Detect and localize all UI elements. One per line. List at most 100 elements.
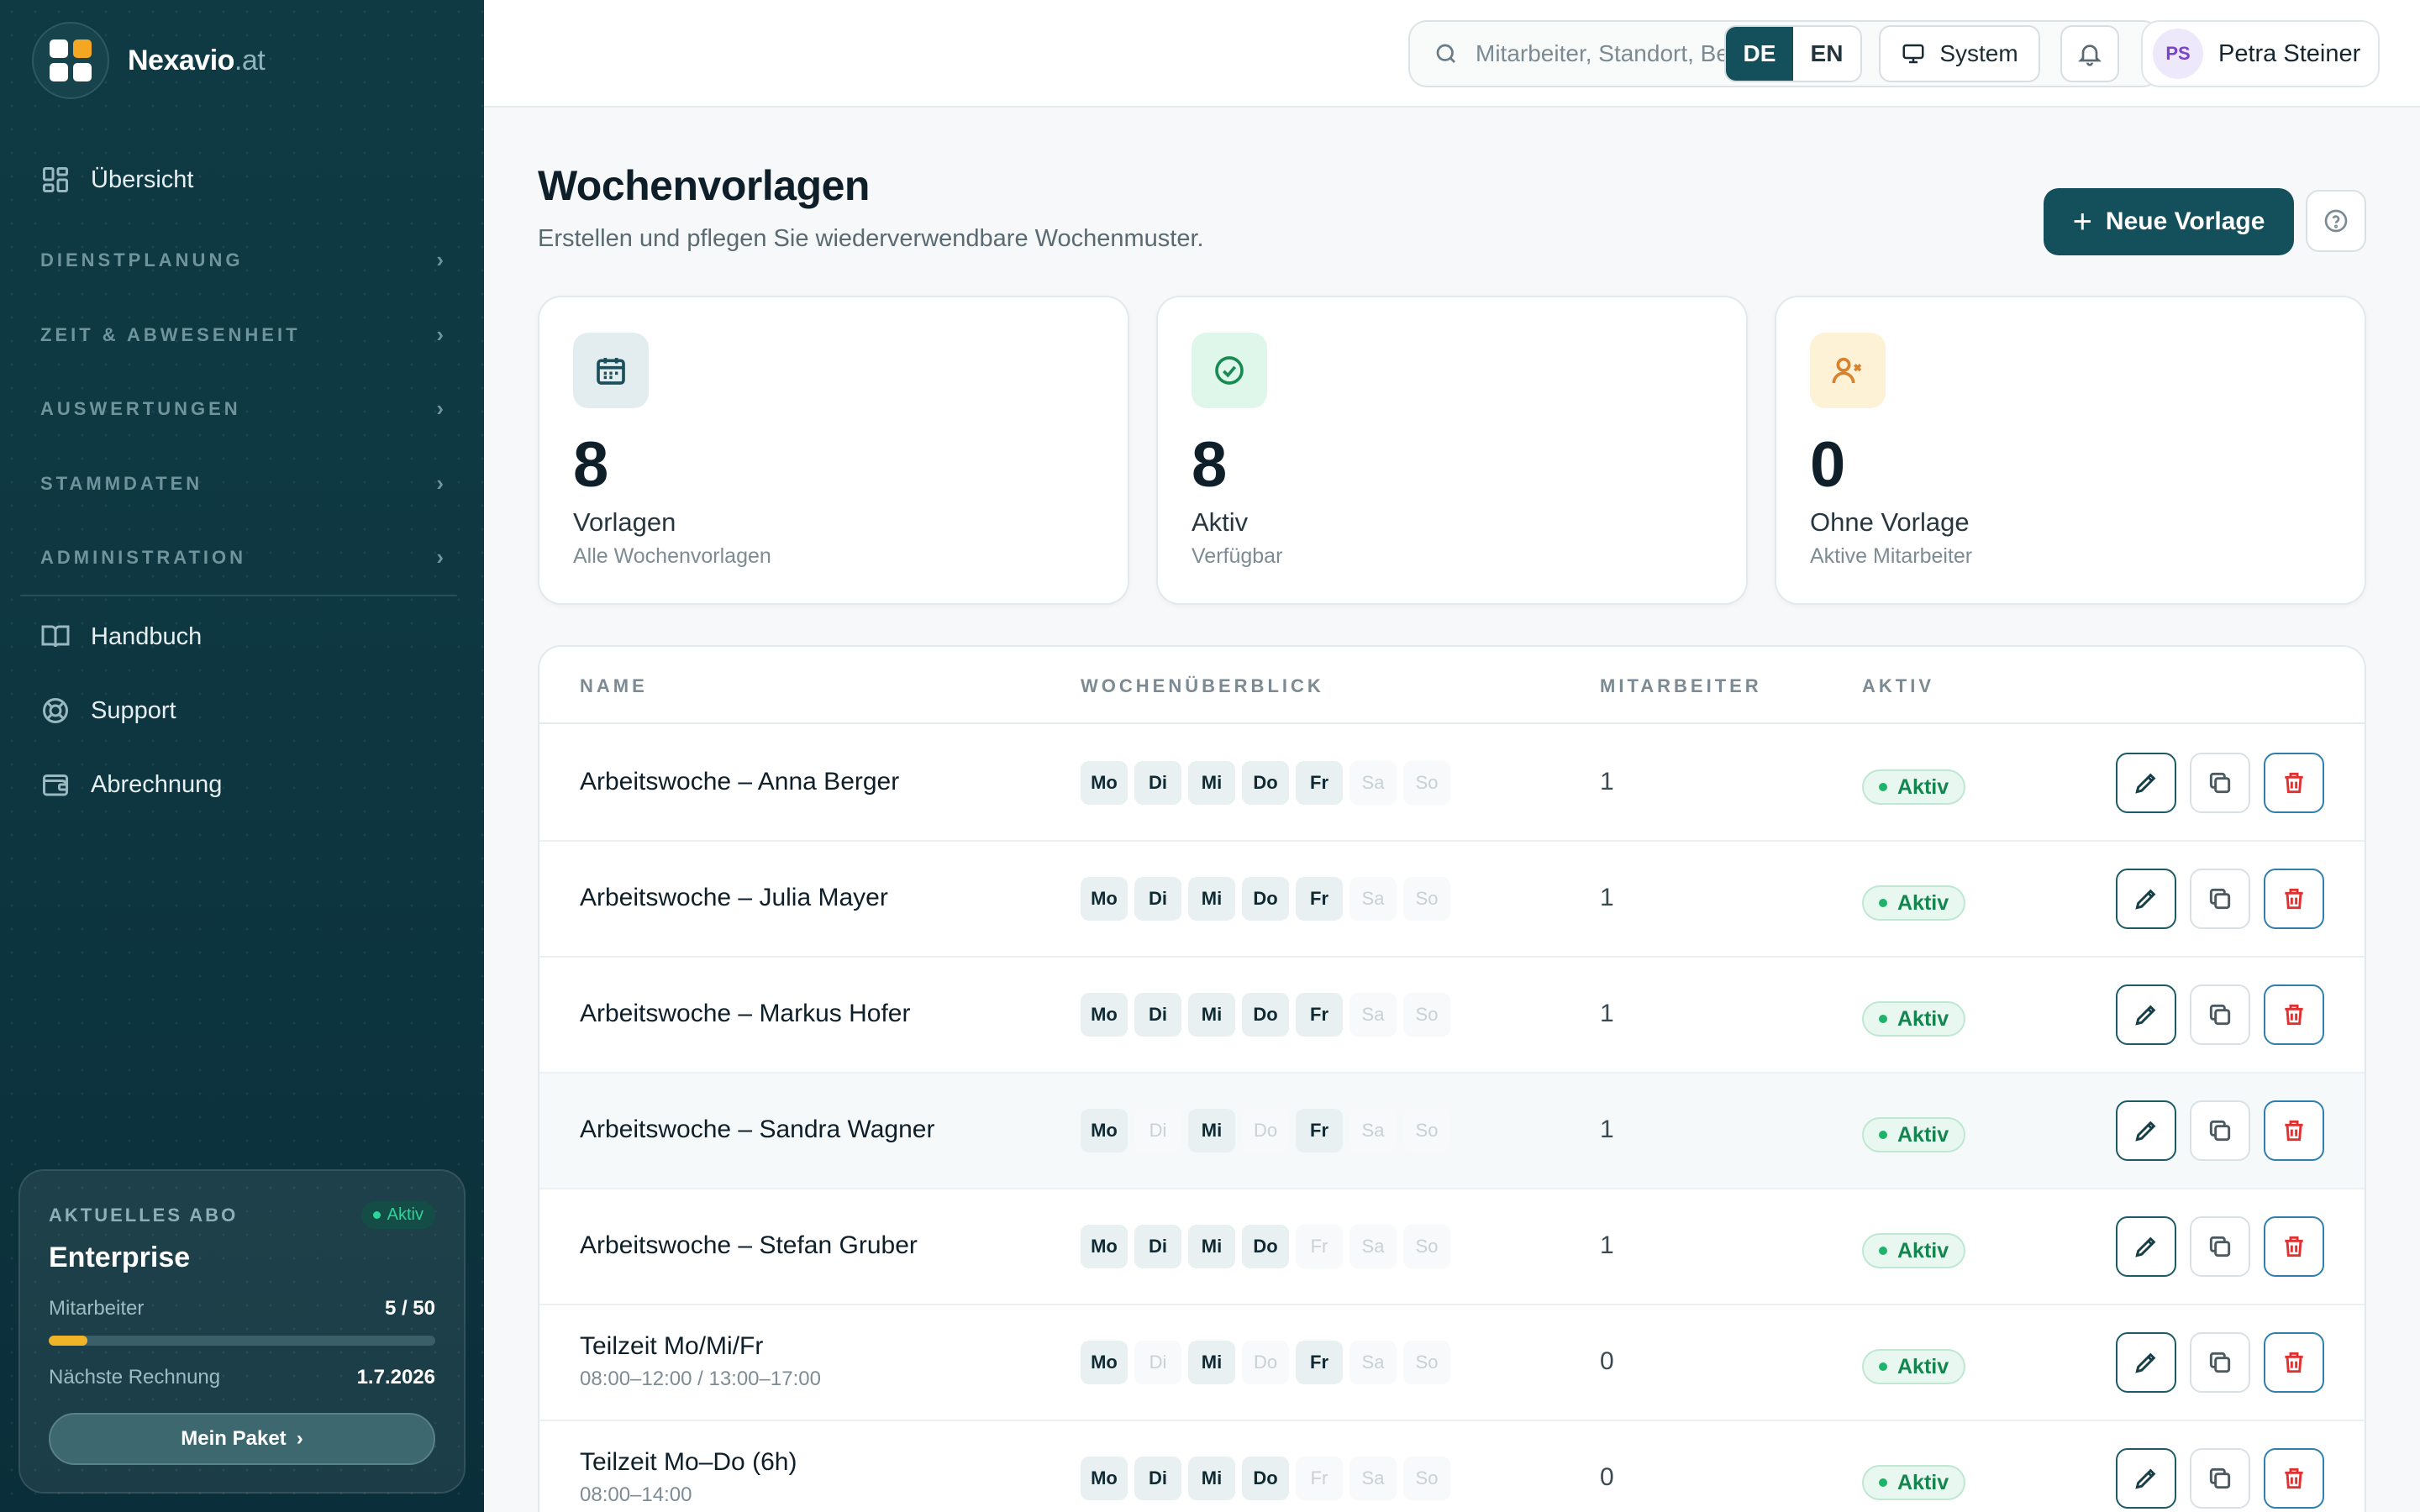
nav-group-stammdaten[interactable]: STAMMDATEN › — [40, 470, 444, 496]
brand-name: Nexavio.at — [128, 44, 266, 76]
status-badge: Aktiv — [1862, 1349, 1966, 1384]
duplicate-button[interactable] — [2190, 1100, 2250, 1161]
day-chip: Do — [1242, 993, 1289, 1037]
employee-count: 1 — [1600, 1116, 1614, 1143]
day-chip: Mo — [1081, 877, 1128, 921]
template-name: Teilzeit Mo/Mi/Fr — [580, 1332, 764, 1360]
theme-button[interactable]: System — [1879, 25, 2040, 82]
nav-overview[interactable]: Übersicht — [40, 165, 194, 195]
edit-button[interactable] — [2116, 1100, 2176, 1161]
edit-button[interactable] — [2116, 869, 2176, 929]
day-chip: Di — [1134, 1225, 1181, 1268]
duplicate-button[interactable] — [2190, 984, 2250, 1045]
edit-button[interactable] — [2116, 1448, 2176, 1509]
nav-group-administration[interactable]: ADMINISTRATION › — [40, 544, 444, 570]
stat-card-active: 8 Aktiv Verfügbar — [1156, 296, 1748, 605]
delete-button[interactable] — [2264, 984, 2324, 1045]
week-overview: Mo Di Mi Do Fr Sa So — [1081, 761, 1450, 805]
edit-button[interactable] — [2116, 984, 2176, 1045]
copy-icon — [2207, 1349, 2233, 1376]
bell-icon — [2078, 45, 2102, 66]
trash-icon — [2281, 885, 2307, 912]
chevron-right-icon: › — [436, 544, 444, 570]
week-overview: Mo Di Mi Do Fr Sa So — [1081, 1341, 1450, 1384]
table-row[interactable]: Teilzeit Mo/Mi/Fr 08:00–12:00 / 13:00–17:… — [539, 1305, 2365, 1421]
help-button[interactable] — [2306, 190, 2366, 252]
day-chip: Sa — [1349, 761, 1397, 805]
day-chip: Sa — [1349, 1109, 1397, 1152]
delete-button[interactable] — [2264, 869, 2324, 929]
nav-group-auswertungen[interactable]: AUSWERTUNGEN › — [40, 396, 444, 422]
trash-icon — [2281, 1117, 2307, 1144]
delete-button[interactable] — [2264, 1448, 2324, 1509]
day-chip: Fr — [1296, 1225, 1343, 1268]
table-row[interactable]: Arbeitswoche – Julia Mayer Mo Di Mi Do Fr Sa So… — [539, 842, 2365, 958]
status-badge: Aktiv — [1862, 885, 1966, 921]
employee-count: 1 — [1600, 768, 1614, 795]
brand[interactable]: Nexavio.at — [32, 22, 266, 99]
book-icon — [41, 625, 70, 648]
my-plan-button[interactable]: Mein Paket › — [49, 1413, 435, 1465]
table-row[interactable]: Arbeitswoche – Stefan Gruber Mo Di Mi Do Fr Sa… — [539, 1189, 2365, 1305]
stat-value: 0 — [1810, 429, 1846, 501]
column-header-name: NAME — [580, 675, 648, 696]
day-chip: Mi — [1188, 1225, 1235, 1268]
subscription-status-badge: Aktiv — [360, 1201, 435, 1229]
edit-button[interactable] — [2116, 753, 2176, 813]
nav-group-dienstplanung[interactable]: DIENSTPLANUNG › — [40, 247, 444, 273]
delete-button[interactable] — [2264, 1100, 2324, 1161]
day-chip: So — [1403, 1457, 1450, 1500]
duplicate-button[interactable] — [2190, 753, 2250, 813]
duplicate-button[interactable] — [2190, 869, 2250, 929]
day-chip: Sa — [1349, 877, 1397, 921]
duplicate-button[interactable] — [2190, 1216, 2250, 1277]
employee-count: 1 — [1600, 884, 1614, 911]
copy-icon — [2207, 1233, 2233, 1260]
nav-abrechnung[interactable]: Abrechnung — [40, 769, 222, 800]
table-row[interactable]: Arbeitswoche – Anna Berger Mo Di Mi Do Fr Sa So… — [539, 726, 2365, 842]
day-chip: Do — [1242, 1225, 1289, 1268]
table-row[interactable]: Arbeitswoche – Sandra Wagner Mo Di Mi Do Fr Sa… — [539, 1074, 2365, 1189]
lang-de-button[interactable]: DE — [1726, 27, 1793, 81]
copy-icon — [2207, 885, 2233, 912]
nav-support[interactable]: Support — [40, 696, 176, 726]
delete-button[interactable] — [2264, 1216, 2324, 1277]
template-time: 08:00–12:00 / 13:00–17:00 — [580, 1368, 821, 1390]
day-chip: Do — [1242, 1341, 1289, 1384]
day-chip: Mi — [1188, 1109, 1235, 1152]
employee-count: 1 — [1600, 1231, 1614, 1259]
day-chip: Di — [1134, 1457, 1181, 1500]
day-chip: Mi — [1188, 761, 1235, 805]
pencil-icon — [2133, 1117, 2160, 1144]
nav-overview-label: Übersicht — [91, 165, 194, 193]
trash-icon — [2281, 1349, 2307, 1376]
nav-handbuch[interactable]: Handbuch — [40, 622, 202, 652]
copy-icon — [2207, 769, 2233, 796]
week-overview: Mo Di Mi Do Fr Sa So — [1081, 1457, 1450, 1500]
chevron-right-icon: › — [296, 1427, 303, 1450]
employee-count: 0 — [1600, 1347, 1614, 1375]
user-menu[interactable]: PS Petra Steiner — [2141, 20, 2380, 87]
day-chip: Mo — [1081, 993, 1128, 1037]
edit-button[interactable] — [2116, 1216, 2176, 1277]
nav-group-zeit-abwesenheit[interactable]: ZEIT & ABWESENHEIT › — [40, 322, 444, 348]
duplicate-button[interactable] — [2190, 1448, 2250, 1509]
notifications-button[interactable] — [2060, 25, 2119, 82]
avatar: PS — [2153, 29, 2203, 79]
week-overview: Mo Di Mi Do Fr Sa So — [1081, 877, 1450, 921]
new-template-button[interactable]: + Neue Vorlage — [2044, 188, 2294, 255]
day-chip: Do — [1242, 1457, 1289, 1500]
lifebuoy-icon — [43, 698, 68, 723]
duplicate-button[interactable] — [2190, 1332, 2250, 1393]
day-chip: Fr — [1296, 877, 1343, 921]
user-x-icon — [1810, 333, 1886, 408]
template-name: Arbeitswoche – Markus Hofer — [580, 1000, 911, 1027]
edit-button[interactable] — [2116, 1332, 2176, 1393]
delete-button[interactable] — [2264, 753, 2324, 813]
lang-en-button[interactable]: EN — [1793, 27, 1860, 81]
table-row[interactable]: Arbeitswoche – Markus Hofer Mo Di Mi Do Fr Sa S… — [539, 958, 2365, 1074]
table-row[interactable]: Teilzeit Mo–Do (6h) 08:00–14:00 Mo Di Mi Do Fr… — [539, 1421, 2365, 1512]
pencil-icon — [2133, 885, 2160, 912]
delete-button[interactable] — [2264, 1332, 2324, 1393]
stat-card-templates: 8 Vorlagen Alle Wochenvorlagen — [538, 296, 1129, 605]
